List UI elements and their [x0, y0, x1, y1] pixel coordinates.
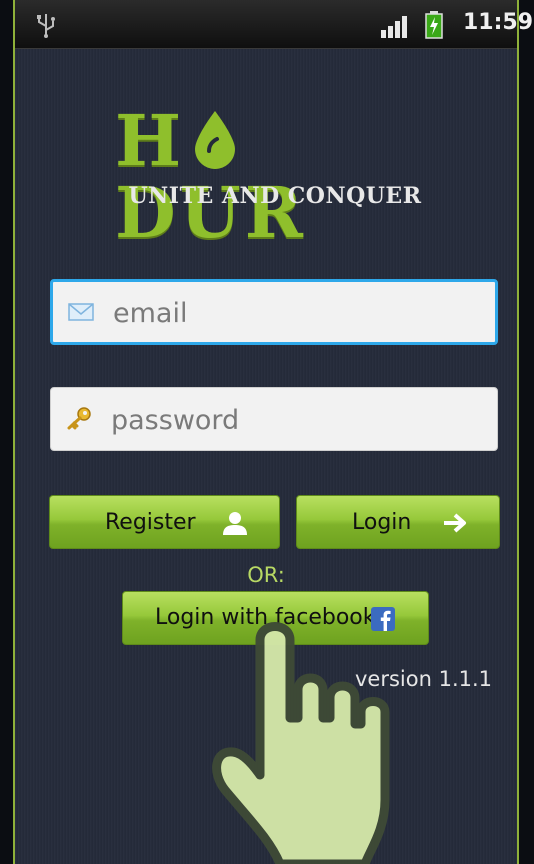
- usb-icon: [37, 14, 55, 38]
- register-button[interactable]: Register: [49, 495, 280, 549]
- password-field[interactable]: [50, 387, 498, 452]
- envelope-icon: [68, 303, 94, 321]
- or-separator: OR:: [247, 563, 285, 587]
- email-input[interactable]: [111, 282, 485, 344]
- key-icon: [67, 407, 91, 430]
- logo-letter-h: H: [115, 99, 186, 182]
- arrow-right-icon: [444, 513, 466, 533]
- app-screen: 11:59 H DUR UNITE AND CONQUER Register L…: [13, 0, 533, 864]
- person-icon: [223, 512, 247, 535]
- battery-charging-icon: [425, 11, 443, 39]
- login-button-label: Login: [352, 510, 412, 535]
- water-drop-icon: [195, 111, 236, 169]
- password-input[interactable]: [109, 388, 483, 452]
- app-logo: H DUR: [115, 99, 435, 249]
- login-button[interactable]: Login: [296, 495, 500, 549]
- status-time: 11:59: [463, 10, 534, 35]
- register-button-label: Register: [105, 510, 196, 535]
- logo-tagline: UNITE AND CONQUER: [128, 183, 422, 209]
- pointing-hand-icon: [212, 622, 390, 864]
- signal-icon: [381, 16, 407, 38]
- email-field[interactable]: [50, 279, 498, 345]
- status-bar: 11:59: [15, 0, 533, 49]
